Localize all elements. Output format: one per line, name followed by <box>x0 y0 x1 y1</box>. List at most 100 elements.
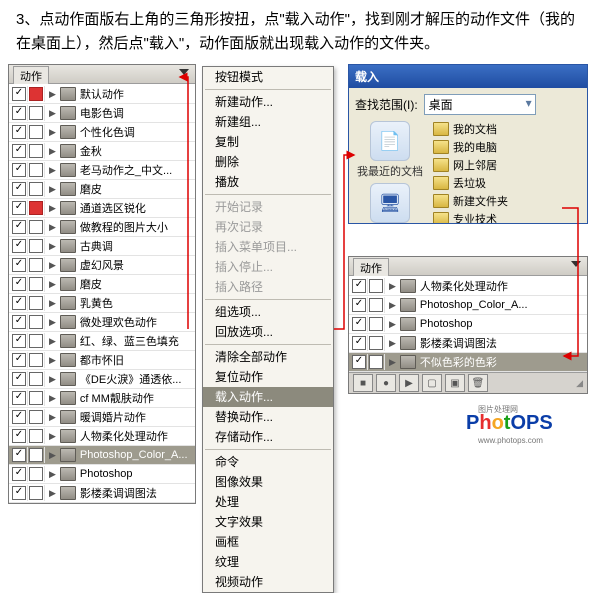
action-set-row[interactable]: ✓▶虚幻风景 <box>9 256 195 275</box>
toggle-checkbox[interactable]: ✓ <box>12 144 26 158</box>
file-item[interactable]: 丢垃圾 <box>433 175 534 191</box>
expand-triangle-icon[interactable]: ▶ <box>49 260 56 271</box>
expand-triangle-icon[interactable]: ▶ <box>49 222 56 233</box>
menu-item[interactable]: 新建组... <box>203 112 333 132</box>
toggle-checkbox[interactable]: ✓ <box>12 467 26 481</box>
dialog-toggle[interactable] <box>29 87 43 101</box>
dialog-toggle[interactable] <box>369 355 383 369</box>
file-item[interactable]: 新建文件夹 <box>433 193 534 209</box>
panel2-tab-actions[interactable]: 动作 <box>353 258 389 277</box>
action-set-row[interactable]: ✓▶Photoshop_Color_A... <box>349 296 587 315</box>
dialog-toggle[interactable] <box>29 125 43 139</box>
toggle-checkbox[interactable]: ✓ <box>12 106 26 120</box>
dialog-toggle[interactable] <box>29 353 43 367</box>
menu-item[interactable]: 清除全部动作 <box>203 347 333 367</box>
dialog-toggle[interactable] <box>29 182 43 196</box>
action-set-row[interactable]: ✓▶磨皮 <box>9 180 195 199</box>
dialog-toggle[interactable] <box>29 315 43 329</box>
expand-triangle-icon[interactable]: ▶ <box>49 450 56 461</box>
file-item[interactable]: 我的电脑 <box>433 139 534 155</box>
expand-triangle-icon[interactable]: ▶ <box>49 203 56 214</box>
action-set-row[interactable]: ✓▶不似色彩的色彩 <box>349 353 587 372</box>
toggle-checkbox[interactable]: ✓ <box>12 296 26 310</box>
dialog-toggle[interactable] <box>29 106 43 120</box>
toggle-checkbox[interactable]: ✓ <box>12 353 26 367</box>
lookin-combo[interactable]: 桌面 <box>424 94 536 115</box>
toggle-checkbox[interactable]: ✓ <box>12 410 26 424</box>
toggle-checkbox[interactable]: ✓ <box>12 486 26 500</box>
toggle-checkbox[interactable]: ✓ <box>12 277 26 291</box>
menu-item[interactable]: 删除 <box>203 152 333 172</box>
expand-triangle-icon[interactable]: ▶ <box>49 317 56 328</box>
play-button[interactable]: ▶ <box>399 374 419 392</box>
file-item[interactable]: 网上邻居 <box>433 157 534 173</box>
toggle-checkbox[interactable]: ✓ <box>12 125 26 139</box>
toggle-checkbox[interactable]: ✓ <box>352 355 366 369</box>
resize-grip-icon[interactable]: ◢ <box>576 378 583 389</box>
toggle-checkbox[interactable]: ✓ <box>12 87 26 101</box>
expand-triangle-icon[interactable]: ▶ <box>49 89 56 100</box>
action-set-row[interactable]: ✓▶做教程的图片大小 <box>9 218 195 237</box>
expand-triangle-icon[interactable]: ▶ <box>389 319 396 330</box>
dialog-toggle[interactable] <box>29 448 43 462</box>
toggle-checkbox[interactable]: ✓ <box>352 336 366 350</box>
dialog-toggle[interactable] <box>29 201 43 215</box>
action-set-row[interactable]: ✓▶默认动作 <box>9 85 195 104</box>
dialog-toggle[interactable] <box>369 298 383 312</box>
menu-item[interactable]: 图像效果 <box>203 472 333 492</box>
action-set-row[interactable]: ✓▶人物柔化处理动作 <box>9 427 195 446</box>
toggle-checkbox[interactable]: ✓ <box>12 239 26 253</box>
toggle-checkbox[interactable]: ✓ <box>12 201 26 215</box>
expand-triangle-icon[interactable]: ▶ <box>49 127 56 138</box>
menu-item[interactable]: 回放选项... <box>203 322 333 342</box>
action-set-row[interactable]: ✓▶《DE火淚》通透依... <box>9 370 195 389</box>
dialog-toggle[interactable] <box>29 486 43 500</box>
expand-triangle-icon[interactable]: ▶ <box>49 165 56 176</box>
expand-triangle-icon[interactable]: ▶ <box>49 374 56 385</box>
action-set-row[interactable]: ✓▶金秋 <box>9 142 195 161</box>
stop-button[interactable]: ■ <box>353 374 373 392</box>
menu-item[interactable]: 画框 <box>203 532 333 552</box>
dialog-toggle[interactable] <box>29 220 43 234</box>
menu-item[interactable]: 组选项... <box>203 302 333 322</box>
dialog-toggle[interactable] <box>29 467 43 481</box>
expand-triangle-icon[interactable]: ▶ <box>49 488 56 499</box>
menu-item[interactable]: 文字效果 <box>203 512 333 532</box>
dialog-toggle[interactable] <box>29 410 43 424</box>
toggle-checkbox[interactable]: ✓ <box>12 334 26 348</box>
place-desktop[interactable]: 🖥 桌面 <box>355 183 425 224</box>
toggle-checkbox[interactable]: ✓ <box>12 391 26 405</box>
menu-item[interactable]: 命令 <box>203 452 333 472</box>
action-set-row[interactable]: ✓▶乳黄色 <box>9 294 195 313</box>
action-set-row[interactable]: ✓▶个性化色调 <box>9 123 195 142</box>
expand-triangle-icon[interactable]: ▶ <box>389 300 396 311</box>
dialog-toggle[interactable] <box>29 163 43 177</box>
dialog-toggle[interactable] <box>29 296 43 310</box>
new-action-button[interactable]: ▣ <box>445 374 465 392</box>
toggle-checkbox[interactable]: ✓ <box>12 448 26 462</box>
file-item[interactable]: 专业技术 <box>433 211 534 224</box>
expand-triangle-icon[interactable]: ▶ <box>49 146 56 157</box>
menu-item[interactable]: 播放 <box>203 172 333 192</box>
menu-item[interactable]: 纹理 <box>203 552 333 572</box>
dialog-toggle[interactable] <box>29 258 43 272</box>
action-set-row[interactable]: ✓▶Photoshop <box>9 465 195 484</box>
menu-item[interactable]: 存储动作... <box>203 427 333 447</box>
expand-triangle-icon[interactable]: ▶ <box>49 336 56 347</box>
expand-triangle-icon[interactable]: ▶ <box>389 338 396 349</box>
toggle-checkbox[interactable]: ✓ <box>12 372 26 386</box>
action-set-row[interactable]: ✓▶影楼柔调调图法 <box>349 334 587 353</box>
action-set-row[interactable]: ✓▶微处理欢色动作 <box>9 313 195 332</box>
dialog-toggle[interactable] <box>369 279 383 293</box>
action-set-row[interactable]: ✓▶古典调 <box>9 237 195 256</box>
menu-item[interactable]: 替换动作... <box>203 407 333 427</box>
action-set-row[interactable]: ✓▶通道选区锐化 <box>9 199 195 218</box>
expand-triangle-icon[interactable]: ▶ <box>49 469 56 480</box>
panel-tab-actions[interactable]: 动作 <box>13 66 49 85</box>
toggle-checkbox[interactable]: ✓ <box>12 429 26 443</box>
expand-triangle-icon[interactable]: ▶ <box>389 281 396 292</box>
menu-item[interactable]: 处理 <box>203 492 333 512</box>
expand-triangle-icon[interactable]: ▶ <box>49 412 56 423</box>
toggle-checkbox[interactable]: ✓ <box>12 220 26 234</box>
trash-button[interactable]: 🗑 <box>468 374 488 392</box>
